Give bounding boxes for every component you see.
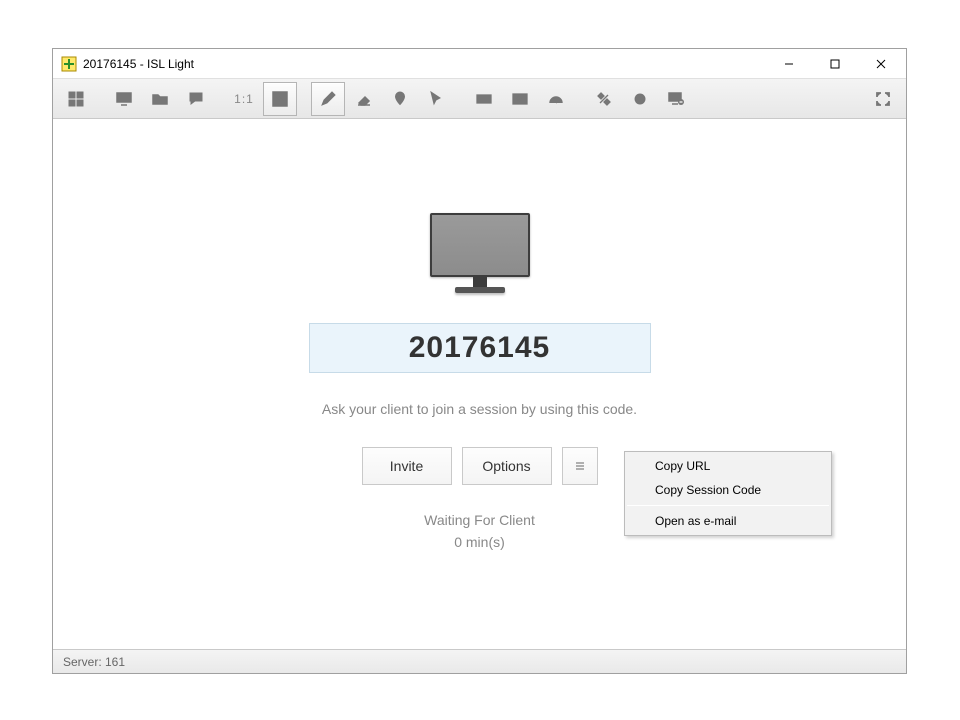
app-window: 20176145 - ISL Light 1:1 <box>52 48 907 674</box>
tools-icon[interactable] <box>587 82 621 116</box>
app-icon <box>61 56 77 72</box>
more-button[interactable] <box>562 447 598 485</box>
options-button[interactable]: Options <box>462 447 552 485</box>
context-menu: Copy URL Copy Session Code Open as e-mai… <box>624 451 832 536</box>
ratio-button[interactable]: 1:1 <box>227 82 261 116</box>
status-block: Waiting For Client 0 min(s) <box>424 509 535 554</box>
invite-button[interactable]: Invite <box>362 447 452 485</box>
minimize-button[interactable] <box>766 49 812 79</box>
marker-icon[interactable] <box>383 82 417 116</box>
dashboard-icon[interactable] <box>59 82 93 116</box>
eraser-icon[interactable] <box>347 82 381 116</box>
monitor-illustration <box>428 213 532 293</box>
session-code: 20176145 <box>409 331 550 365</box>
gauge-icon[interactable] <box>539 82 573 116</box>
ctx-copy-session-code[interactable]: Copy Session Code <box>625 478 831 502</box>
keyboard-icon[interactable] <box>467 82 501 116</box>
toolbar: 1:1 <box>53 79 906 119</box>
ctx-separator <box>627 505 829 506</box>
waiting-label: Waiting For Client <box>424 509 535 531</box>
folder-icon[interactable] <box>143 82 177 116</box>
ctx-open-as-email[interactable]: Open as e-mail <box>625 509 831 533</box>
content-area: 20176145 Ask your client to join a sessi… <box>53 119 906 649</box>
fullscreen-icon[interactable] <box>866 82 900 116</box>
system-monitor-icon[interactable] <box>503 82 537 116</box>
session-code-box[interactable]: 20176145 <box>309 323 651 373</box>
instruction-text: Ask your client to join a session by usi… <box>322 401 637 417</box>
duration-label: 0 min(s) <box>424 531 535 553</box>
action-buttons: Invite Options <box>362 447 598 485</box>
titlebar: 20176145 - ISL Light <box>53 49 906 79</box>
monitor-icon[interactable] <box>107 82 141 116</box>
pencil-icon[interactable] <box>311 82 345 116</box>
window-title: 20176145 - ISL Light <box>83 57 194 71</box>
statusbar: Server: 161 <box>53 649 906 673</box>
ctx-copy-url[interactable]: Copy URL <box>625 454 831 478</box>
record-icon[interactable] <box>623 82 657 116</box>
fit-screen-icon[interactable] <box>263 82 297 116</box>
server-label: Server: 161 <box>63 655 125 669</box>
maximize-button[interactable] <box>812 49 858 79</box>
close-button[interactable] <box>858 49 904 79</box>
chat-icon[interactable] <box>179 82 213 116</box>
pointer-icon[interactable] <box>419 82 453 116</box>
disconnect-screen-icon[interactable] <box>659 82 693 116</box>
